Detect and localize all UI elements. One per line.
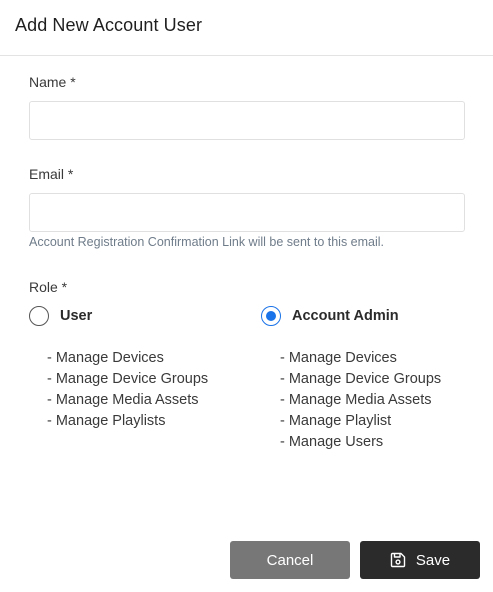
permission-item: - Manage Devices bbox=[47, 350, 164, 366]
role-option-user[interactable]: User bbox=[29, 305, 92, 327]
permission-item: - Manage Users bbox=[280, 434, 384, 450]
email-input[interactable] bbox=[29, 193, 465, 232]
email-label: Email * bbox=[29, 166, 74, 182]
save-button[interactable]: Save bbox=[360, 541, 480, 579]
radio-account-admin[interactable] bbox=[261, 306, 281, 326]
permission-item: - Manage Media Assets bbox=[280, 392, 432, 408]
role-label: Role * bbox=[29, 279, 68, 295]
user-permissions-list: - Manage Devices - Manage Device Groups … bbox=[47, 348, 208, 432]
dialog-title: Add New Account User bbox=[15, 15, 203, 35]
cancel-button-label: Cancel bbox=[266, 551, 314, 569]
permission-item: - Manage Playlists bbox=[47, 413, 166, 429]
admin-permissions-list: - Manage Devices - Manage Device Groups … bbox=[280, 348, 441, 453]
save-button-label: Save bbox=[415, 551, 451, 569]
radio-user[interactable] bbox=[29, 306, 49, 326]
name-label: Name * bbox=[29, 74, 76, 90]
floppy-disk-icon bbox=[390, 552, 406, 568]
permission-item: - Manage Device Groups bbox=[280, 371, 442, 387]
permission-item: - Manage Media Assets bbox=[47, 392, 199, 408]
permission-item: - Manage Devices bbox=[280, 350, 397, 366]
role-option-account-admin-label: Account Admin bbox=[292, 308, 399, 324]
dialog-header: Add New Account User bbox=[0, 0, 493, 56]
email-hint: Account Registration Confirmation Link w… bbox=[29, 235, 385, 249]
permission-item: - Manage Playlist bbox=[280, 413, 392, 429]
role-option-user-label: User bbox=[60, 308, 93, 324]
cancel-button[interactable]: Cancel bbox=[230, 541, 350, 579]
permission-item: - Manage Device Groups bbox=[47, 371, 209, 387]
add-account-user-dialog: Add New Account User Name * Email * Acco… bbox=[0, 0, 493, 592]
role-option-account-admin[interactable]: Account Admin bbox=[261, 305, 399, 327]
name-input[interactable] bbox=[29, 101, 465, 140]
